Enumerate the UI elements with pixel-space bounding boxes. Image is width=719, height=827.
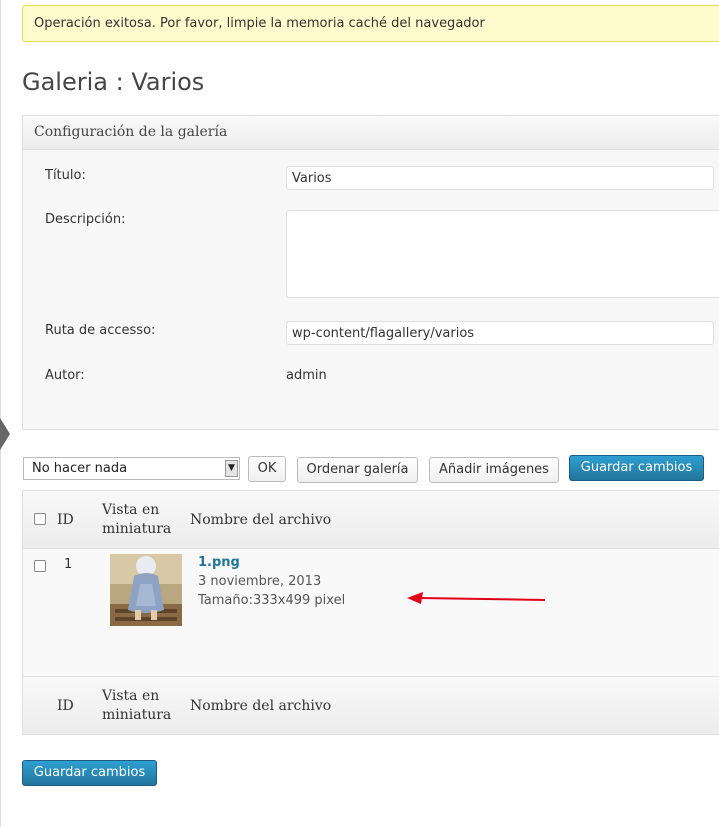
footer-column-thumb-line1: Vista en <box>102 688 160 704</box>
save-changes-top-button[interactable]: Guardar cambios <box>569 455 704 481</box>
menu-pointer-icon <box>0 418 10 450</box>
column-thumb-line1: Vista en <box>102 502 160 518</box>
images-table: ID Vista en miniatura Nombre del archivo… <box>22 490 719 735</box>
description-textarea[interactable] <box>286 210 719 298</box>
file-name-link[interactable]: 1.png <box>198 555 240 570</box>
ok-button[interactable]: OK <box>248 456 286 482</box>
path-input[interactable] <box>286 321 714 345</box>
footer-column-thumb-line2: miniatura <box>102 707 172 723</box>
bulk-action-selected: No hacer nada <box>32 461 128 476</box>
bulk-action-select[interactable]: No hacer nada ▼ <box>23 457 240 480</box>
table-row: 1 1.png 3 noviembre, 2013 Tamaño:333x499… <box>23 549 719 676</box>
footer-column-filename: Nombre del archivo <box>190 698 332 714</box>
save-changes-bottom-button[interactable]: Guardar cambios <box>22 760 157 786</box>
author-value: admin <box>286 368 327 383</box>
table-footer: ID Vista en miniatura Nombre del archivo <box>23 676 719 734</box>
row-id: 1 <box>64 557 73 572</box>
thumbnail-image[interactable] <box>110 554 182 626</box>
sort-gallery-button[interactable]: Ordenar galería <box>297 457 418 483</box>
author-label: Autor: <box>45 368 85 383</box>
table-header: ID Vista en miniatura Nombre del archivo <box>23 491 719 549</box>
page-title: Galeria : Varios <box>22 68 205 96</box>
gallery-settings-box: Configuración de la galería Título: Desc… <box>22 115 719 430</box>
add-images-button[interactable]: Añadir imágenes <box>429 457 559 483</box>
path-label: Ruta de accesso: <box>45 323 156 338</box>
red-annotation-arrow <box>407 592 546 604</box>
left-border <box>0 0 1 827</box>
column-id: ID <box>57 512 74 528</box>
select-all-checkbox[interactable] <box>34 513 46 525</box>
notice-message: Operación exitosa. Por favor, limpie la … <box>34 16 485 31</box>
title-label: Título: <box>45 168 86 183</box>
file-date: 3 noviembre, 2013 <box>198 574 322 589</box>
description-label: Descripción: <box>45 212 126 227</box>
column-filename: Nombre del archivo <box>190 512 332 528</box>
footer-column-id: ID <box>57 698 74 714</box>
settings-heading: Configuración de la galería <box>23 116 719 150</box>
file-size: Tamaño:333x499 pixel <box>198 593 346 608</box>
title-input[interactable] <box>286 166 714 190</box>
chevron-down-icon[interactable]: ▼ <box>225 460 238 477</box>
row-checkbox[interactable] <box>34 560 46 572</box>
column-thumb-line2: miniatura <box>102 521 172 537</box>
success-notice: Operación exitosa. Por favor, limpie la … <box>22 5 719 42</box>
thumbnail-photo-icon <box>110 554 182 626</box>
